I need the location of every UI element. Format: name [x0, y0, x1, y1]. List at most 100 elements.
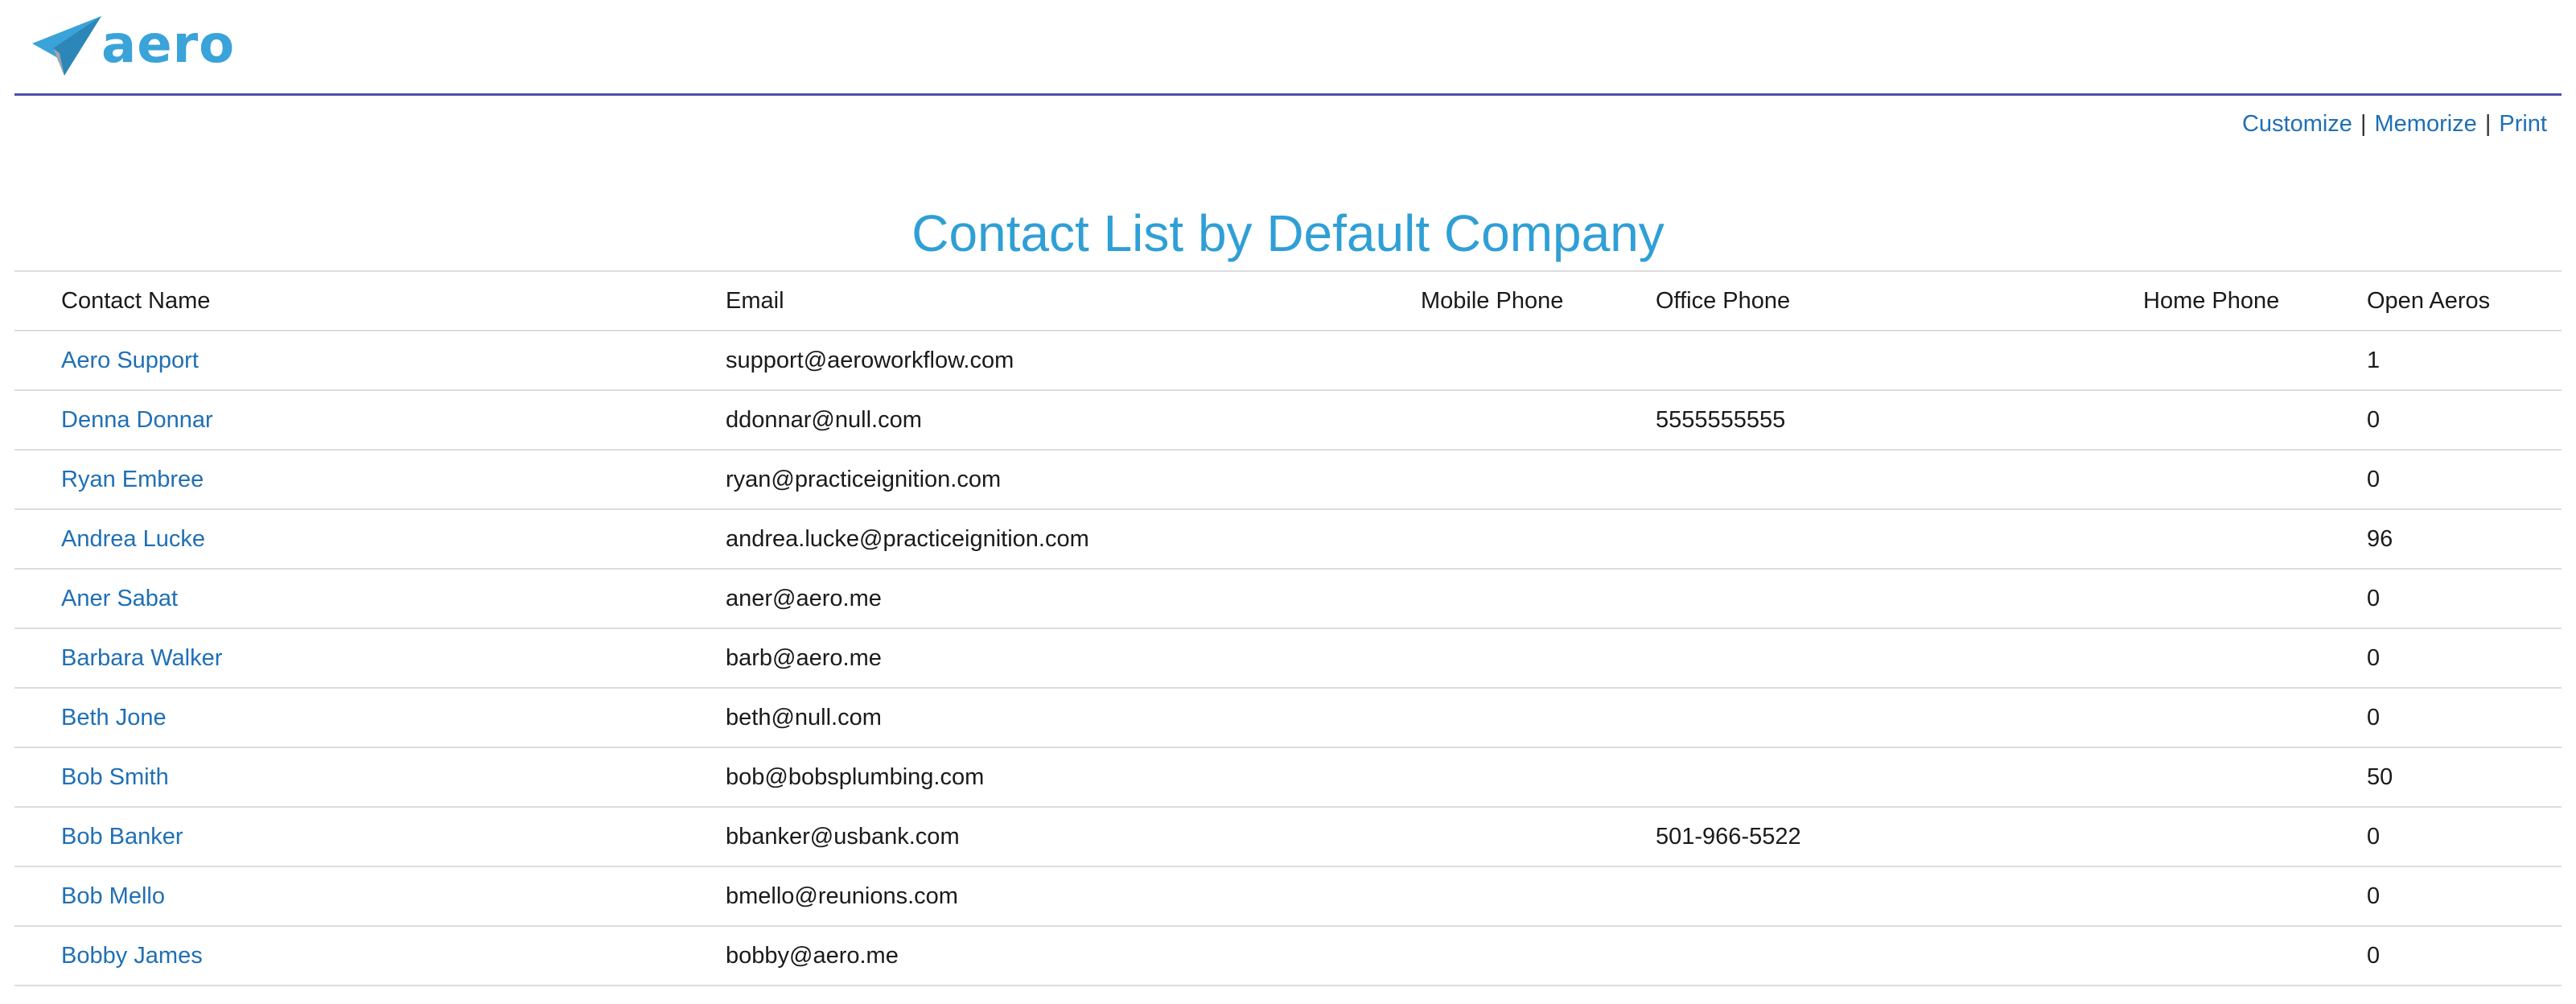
email-cell: andrea.lucke@practiceignition.com [679, 508, 1374, 569]
home-phone-cell [2097, 806, 2320, 866]
contact-name-cell: Andrea Lucke [14, 508, 679, 569]
contact-name-cell: Denna Donnar [14, 389, 679, 450]
contact-name-link[interactable]: Ryan Embree [61, 467, 204, 492]
home-phone-cell [2097, 449, 2320, 509]
email-cell: aner@aero.me [679, 568, 1374, 628]
open-aeros-cell: 0 [2320, 449, 2562, 509]
email-cell: bbanker@usbank.com [679, 806, 1374, 866]
contact-name-cell: Bob Mello [14, 866, 679, 926]
open-aeros-cell: 96 [2320, 508, 2562, 569]
table-row: Beth Jone beth@null.com 0 [14, 687, 2562, 747]
contact-name-cell: Aner Sabat [14, 568, 679, 628]
office-phone-cell [1609, 449, 2097, 509]
column-header-contact-name[interactable]: Contact Name [14, 270, 679, 331]
contact-name-link[interactable]: Beth Jone [61, 705, 167, 730]
open-aeros-cell: 0 [2320, 687, 2562, 747]
paper-plane-icon [32, 16, 101, 76]
column-header-office-phone[interactable]: Office Phone [1609, 270, 2097, 331]
open-aeros-cell: 50 [2320, 747, 2562, 807]
customize-link[interactable]: Customize [2242, 111, 2352, 137]
home-phone-cell [2097, 925, 2320, 986]
open-aeros-cell: 0 [2320, 628, 2562, 688]
mobile-phone-cell [1374, 925, 1609, 986]
home-phone-cell [2097, 687, 2320, 747]
mobile-phone-cell [1374, 866, 1609, 926]
office-phone-cell [1609, 866, 2097, 926]
office-phone-cell [1609, 508, 2097, 569]
table-row: Aner Sabat aner@aero.me 0 [14, 568, 2562, 628]
contact-name-cell: Barbara Walker [14, 628, 679, 688]
contact-name-link[interactable]: Aero Support [61, 348, 199, 373]
home-phone-cell [2097, 330, 2320, 390]
office-phone-cell: 501-966-5522 [1609, 806, 2097, 866]
open-aeros-cell: 0 [2320, 389, 2562, 450]
contact-name-link[interactable]: Andrea Lucke [61, 526, 205, 552]
office-phone-cell [1609, 568, 2097, 628]
contact-name-link[interactable]: Barbara Walker [61, 645, 222, 671]
home-phone-cell [2097, 866, 2320, 926]
email-cell: bobby@aero.me [679, 925, 1374, 986]
contact-name-cell: Ryan Embree [14, 449, 679, 509]
table-row: Barbara Walker barb@aero.me 0 [14, 628, 2562, 688]
memorize-link[interactable]: Memorize [2375, 111, 2477, 137]
contact-name-cell: Bobby James [14, 925, 679, 986]
mobile-phone-cell [1374, 389, 1609, 450]
mobile-phone-cell [1374, 806, 1609, 866]
app-header: aero [14, 0, 2562, 96]
email-cell: bob@bobsplumbing.com [679, 747, 1374, 807]
email-cell: ddonnar@null.com [679, 389, 1374, 450]
mobile-phone-cell [1374, 330, 1609, 390]
home-phone-cell [2097, 389, 2320, 450]
email-cell: beth@null.com [679, 687, 1374, 747]
column-header-home-phone[interactable]: Home Phone [2097, 270, 2320, 331]
home-phone-cell [2097, 628, 2320, 688]
contact-name-link[interactable]: Bob Mello [61, 883, 165, 909]
office-phone-cell [1609, 628, 2097, 688]
print-link[interactable]: Print [2499, 111, 2547, 137]
table-row: Bobby James bobby@aero.me 0 [14, 925, 2562, 986]
page-title: Contact List by Default Company [911, 204, 1665, 262]
office-phone-cell [1609, 925, 2097, 986]
contact-name-link[interactable]: Bob Banker [61, 824, 183, 850]
separator: | [2484, 111, 2492, 137]
mobile-phone-cell [1374, 568, 1609, 628]
table-row: Bob Smith bob@bobsplumbing.com 50 [14, 747, 2562, 807]
contact-name-link[interactable]: Bobby James [61, 943, 203, 969]
email-cell: barb@aero.me [679, 628, 1374, 688]
table-row: Bob Mello bmello@reunions.com 0 [14, 866, 2562, 926]
mobile-phone-cell [1374, 508, 1609, 569]
email-cell: ryan@practiceignition.com [679, 449, 1374, 509]
contact-name-link[interactable]: Bob Smith [61, 764, 169, 790]
open-aeros-cell: 0 [2320, 806, 2562, 866]
open-aeros-cell: 0 [2320, 568, 2562, 628]
table-row: Bob Banker bbanker@usbank.com 501-966-55… [14, 806, 2562, 866]
office-phone-cell: 5555555555 [1609, 389, 2097, 450]
mobile-phone-cell [1374, 747, 1609, 807]
column-header-open-aeros[interactable]: Open Aeros [2320, 270, 2562, 331]
home-phone-cell [2097, 508, 2320, 569]
separator: | [2360, 111, 2367, 137]
table-row: Ryan Embree ryan@practiceignition.com 0 [14, 449, 2562, 509]
home-phone-cell [2097, 747, 2320, 807]
office-phone-cell [1609, 330, 2097, 390]
column-header-mobile-phone[interactable]: Mobile Phone [1374, 270, 1609, 331]
brand-name: aero [101, 15, 236, 75]
table-row: Denna Donnar ddonnar@null.com 5555555555… [14, 389, 2562, 450]
open-aeros-cell: 1 [2320, 330, 2562, 390]
contact-name-cell: Aero Support [14, 330, 679, 390]
home-phone-cell [2097, 568, 2320, 628]
contact-name-link[interactable]: Denna Donnar [61, 407, 213, 433]
contact-name-link[interactable]: Aner Sabat [61, 586, 178, 611]
open-aeros-cell: 0 [2320, 866, 2562, 926]
contact-name-cell: Bob Smith [14, 747, 679, 807]
table-header-row: Contact Name Email Mobile Phone Office P… [14, 270, 2562, 331]
email-cell: support@aeroworkflow.com [679, 330, 1374, 390]
office-phone-cell [1609, 747, 2097, 807]
table-row: Aero Support support@aeroworkflow.com 1 [14, 330, 2562, 390]
column-header-email[interactable]: Email [679, 270, 1374, 331]
contact-name-cell: Bob Banker [14, 806, 679, 866]
aero-logo[interactable]: aero [29, 13, 235, 77]
table-row: Andrea Lucke andrea.lucke@practiceigniti… [14, 508, 2562, 569]
mobile-phone-cell [1374, 628, 1609, 688]
open-aeros-cell: 0 [2320, 925, 2562, 986]
